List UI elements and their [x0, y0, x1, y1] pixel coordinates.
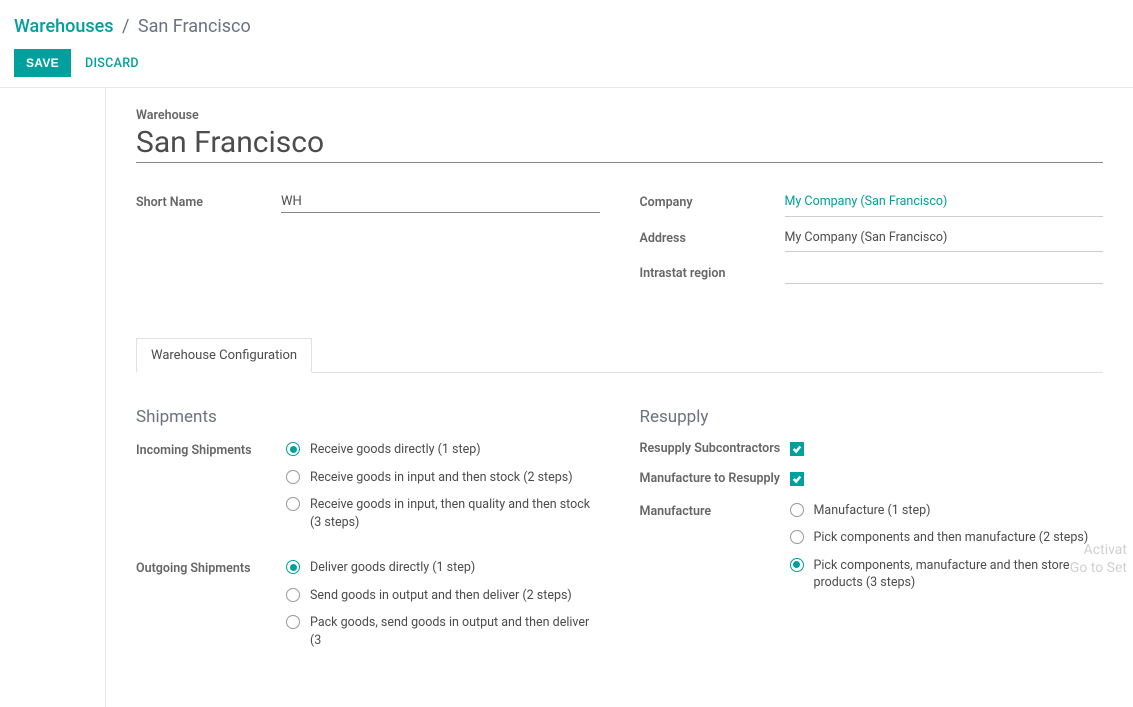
address-label: Address: [640, 227, 785, 246]
radio-icon: [790, 530, 804, 544]
resupply-title: Resupply: [640, 407, 1104, 427]
breadcrumb-parent[interactable]: Warehouses: [14, 16, 114, 37]
radio-label: Deliver goods directly (1 step): [310, 559, 475, 577]
breadcrumb-separator: /: [122, 16, 129, 37]
header-bar: Warehouses / San Francisco SAVE DISCARD: [0, 0, 1133, 88]
incoming-shipments-options: Receive goods directly (1 step) Receive g…: [286, 441, 600, 541]
radio-label: Receive goods in input, then quality and…: [310, 496, 600, 531]
radio-icon: [286, 470, 300, 484]
radio-icon: [790, 558, 804, 572]
warehouse-label: Warehouse: [136, 108, 1103, 123]
tabs: Warehouse Configuration: [136, 338, 1103, 373]
radio-option[interactable]: Pick components and then manufacture (2 …: [790, 529, 1104, 547]
radio-option[interactable]: Receive goods in input, then quality and…: [286, 496, 600, 531]
resupply-subcontractors-label: Resupply Subcontractors: [640, 441, 790, 457]
intrastat-label: Intrastat region: [640, 262, 785, 281]
short-name-input[interactable]: [281, 191, 600, 213]
company-label: Company: [640, 191, 785, 210]
radio-option[interactable]: Receive goods in input and then stock (2…: [286, 469, 600, 487]
short-name-label: Short Name: [136, 191, 281, 210]
radio-label: Receive goods in input and then stock (2…: [310, 469, 573, 487]
radio-option[interactable]: Pack goods, send goods in output and the…: [286, 614, 600, 649]
breadcrumb: Warehouses / San Francisco: [14, 16, 1119, 37]
radio-icon: [286, 497, 300, 511]
radio-option[interactable]: Receive goods directly (1 step): [286, 441, 600, 459]
tab-warehouse-config[interactable]: Warehouse Configuration: [136, 338, 312, 373]
radio-label: Pick components and then manufacture (2 …: [814, 529, 1089, 547]
radio-icon: [286, 560, 300, 574]
radio-label: Pack goods, send goods in output and the…: [310, 614, 600, 649]
warehouse-name-input[interactable]: [136, 125, 1103, 163]
address-value: My Company (San Francisco): [785, 227, 1104, 248]
radio-icon: [286, 588, 300, 602]
outgoing-shipments-options: Deliver goods directly (1 step) Send good…: [286, 559, 600, 659]
outgoing-shipments-label: Outgoing Shipments: [136, 559, 286, 657]
intrastat-value[interactable]: [785, 262, 1104, 268]
check-icon: [792, 444, 802, 454]
radio-option[interactable]: Send goods in output and then deliver (2…: [286, 587, 600, 605]
radio-option[interactable]: Manufacture (1 step): [790, 502, 1104, 520]
radio-icon: [790, 503, 804, 517]
company-link[interactable]: My Company (San Francisco): [785, 191, 1104, 213]
incoming-shipments-label: Incoming Shipments: [136, 441, 286, 539]
check-icon: [792, 474, 802, 484]
save-button[interactable]: SAVE: [14, 49, 71, 77]
radio-label: Receive goods directly (1 step): [310, 441, 481, 459]
manufacture-resupply-label: Manufacture to Resupply: [640, 471, 790, 487]
manufacture-resupply-checkbox[interactable]: [790, 472, 804, 486]
radio-icon: [286, 442, 300, 456]
radio-icon: [286, 615, 300, 629]
form-sheet: Warehouse Short Name Company My Company …: [105, 88, 1133, 707]
shipments-title: Shipments: [136, 407, 600, 427]
radio-label: Pick components, manufacture and then st…: [814, 557, 1104, 592]
radio-option[interactable]: Deliver goods directly (1 step): [286, 559, 600, 577]
radio-label: Manufacture (1 step): [814, 502, 931, 520]
radio-option[interactable]: Pick components, manufacture and then st…: [790, 557, 1104, 592]
action-bar: SAVE DISCARD: [14, 49, 1119, 77]
radio-label: Send goods in output and then deliver (2…: [310, 587, 572, 605]
discard-button[interactable]: DISCARD: [85, 56, 139, 71]
breadcrumb-current: San Francisco: [138, 16, 251, 37]
resupply-subcontractors-checkbox[interactable]: [790, 442, 804, 456]
manufacture-options: Manufacture (1 step) Pick components and …: [790, 502, 1104, 602]
